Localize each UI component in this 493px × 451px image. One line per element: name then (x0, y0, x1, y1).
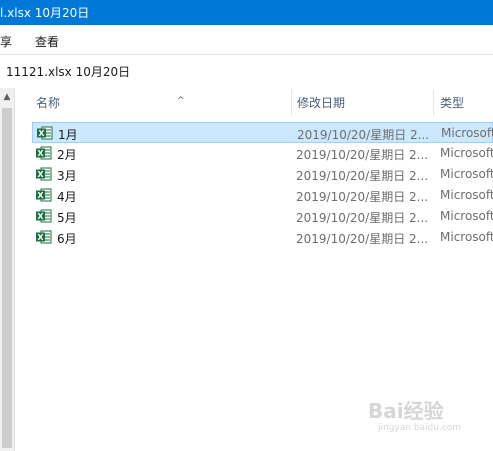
file-name: 5月 (57, 211, 77, 225)
address-bar[interactable]: 11121.xlsx 10月20日 (0, 54, 493, 89)
file-row[interactable]: X 4月 2019/10/20/星期日 2... Microsoft (32, 185, 493, 206)
excel-file-icon: X (36, 188, 52, 202)
file-name: 6月 (57, 232, 77, 246)
scrollbar-thumb[interactable] (2, 108, 12, 448)
window-title: l.xlsx 10月20日 (0, 6, 90, 20)
file-row[interactable]: X 6月 2019/10/20/星期日 2... Microsoft (32, 227, 493, 248)
column-header-modified[interactable]: 修改日期 (297, 88, 432, 118)
file-type: Microsoft (440, 167, 493, 181)
file-modified-date: 2019/10/20/星期日 2... (296, 190, 429, 204)
svg-text:X: X (37, 212, 44, 221)
file-modified-date: 2019/10/20/星期日 2... (296, 169, 429, 183)
file-name: 3月 (57, 169, 77, 183)
title-bar: l.xlsx 10月20日 (0, 0, 493, 25)
file-type: Microsoft (440, 209, 493, 223)
file-type: Microsoft (440, 146, 493, 160)
scroll-up-icon[interactable]: ▲ (2, 92, 12, 102)
excel-file-icon: X (36, 230, 52, 244)
excel-file-icon: X (36, 167, 52, 181)
file-modified-date: 2019/10/20/星期日 2... (297, 128, 430, 142)
file-name: 1月 (58, 128, 78, 142)
file-row[interactable]: X 1月 2019/10/20/星期日 2... Microsoft (32, 122, 493, 143)
file-type: Microsoft (441, 126, 493, 140)
svg-text:X: X (38, 129, 45, 138)
column-divider[interactable] (291, 90, 292, 116)
excel-file-icon: X (36, 209, 52, 223)
sort-up-icon: ^ (177, 96, 185, 106)
svg-text:X: X (37, 233, 44, 242)
column-divider[interactable] (433, 90, 434, 116)
menu-share[interactable]: 享 (0, 33, 12, 50)
excel-file-icon: X (37, 126, 53, 140)
excel-file-icon: X (36, 146, 52, 160)
left-pane-scrollbar[interactable]: ▲ (0, 88, 15, 451)
file-name: 2月 (57, 148, 77, 162)
file-modified-date: 2019/10/20/星期日 2... (296, 211, 429, 225)
svg-text:X: X (37, 149, 44, 158)
file-row[interactable]: X 5月 2019/10/20/星期日 2... Microsoft (32, 206, 493, 227)
column-type-label: 类型 (440, 96, 465, 110)
watermark-text: Bai经验 (368, 399, 444, 423)
file-row[interactable]: X 3月 2019/10/20/星期日 2... Microsoft (32, 164, 493, 185)
file-name: 4月 (57, 190, 77, 204)
file-modified-date: 2019/10/20/星期日 2... (296, 232, 429, 246)
column-header-name[interactable]: 名称 ^ (36, 88, 291, 118)
menu-view[interactable]: 查看 (35, 33, 59, 50)
address-path[interactable]: 11121.xlsx 10月20日 (6, 63, 130, 80)
watermark: Bai经验 jingyan.baidu.com (368, 395, 488, 445)
file-row[interactable]: X 2月 2019/10/20/星期日 2... Microsoft (32, 143, 493, 164)
svg-text:X: X (37, 191, 44, 200)
watermark-subtext: jingyan.baidu.com (378, 423, 462, 433)
column-header-type[interactable]: 类型 (440, 88, 493, 118)
file-list-pane: 名称 ^ 修改日期 类型 X 1月 2019/10/20/星期日 2... Micro… (15, 88, 493, 451)
file-type: Microsoft (440, 230, 493, 244)
file-modified-date: 2019/10/20/星期日 2... (296, 148, 429, 162)
menu-bar: 享 查看 (0, 25, 493, 54)
column-name-label: 名称 (36, 96, 61, 110)
file-type: Microsoft (440, 188, 493, 202)
svg-text:X: X (37, 170, 44, 179)
column-modified-label: 修改日期 (297, 96, 346, 110)
